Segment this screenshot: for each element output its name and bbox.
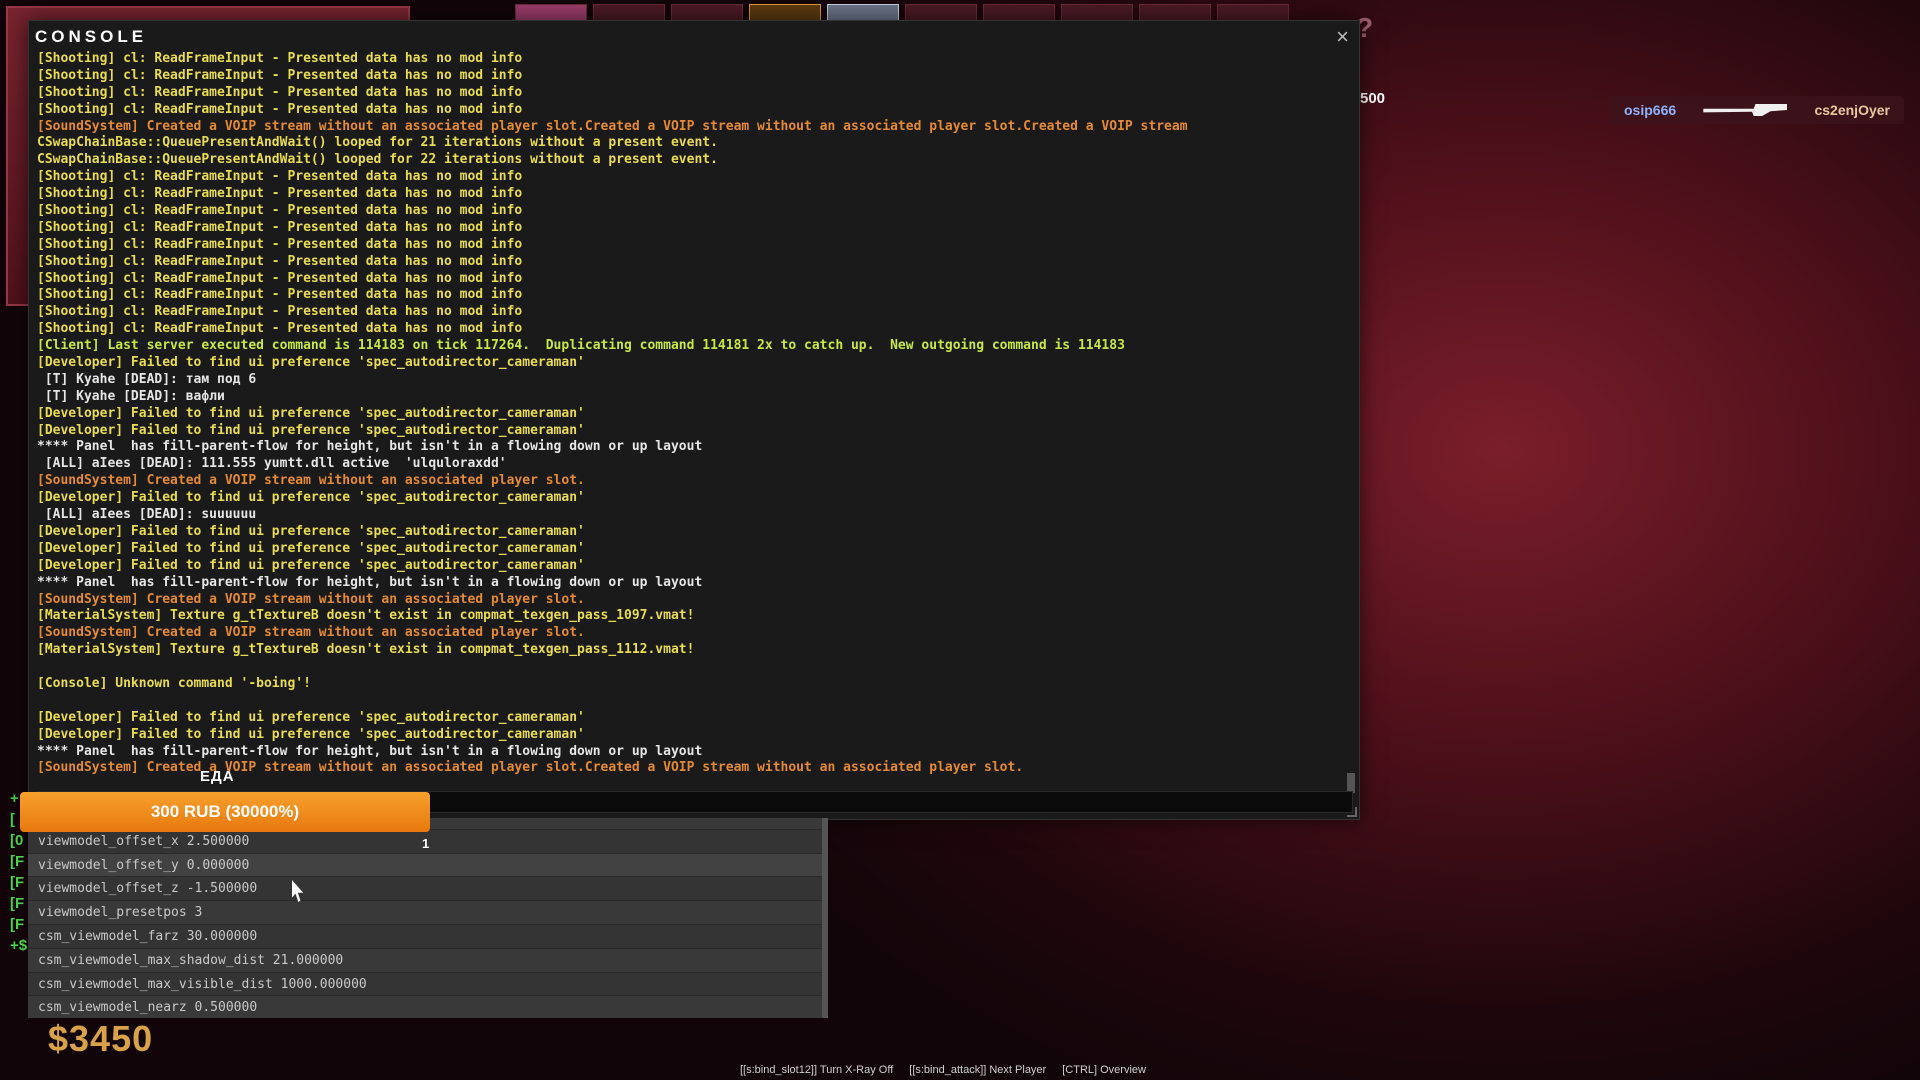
console-log-line: [ALL] aIees [DEAD]: 111.555 yumtt.dll ac… (37, 456, 507, 472)
console-log-line: [SoundSystem] Created a VOIP stream with… (37, 118, 1188, 134)
console-log-line: [Shooting] cl: ReadFrameInput - Presente… (37, 169, 523, 185)
autocomplete-item[interactable]: csm_viewmodel_farz 30.000000 (28, 925, 822, 949)
side-marker: [F (10, 853, 25, 870)
resize-handle[interactable] (1347, 807, 1357, 817)
hint-label: [CTRL] Overview (1062, 1064, 1146, 1076)
close-icon[interactable]: × (1336, 24, 1349, 50)
autocomplete-item[interactable]: viewmodel_presetpos 3 (28, 901, 822, 925)
console-log-line: [Developer] Failed to find ui preference… (37, 490, 585, 506)
console-log-line: [Shooting] cl: ReadFrameInput - Presente… (37, 51, 523, 66)
console-log-line (37, 693, 1357, 710)
hp-value: 500 (1360, 90, 1386, 107)
console-log-line: [Shooting] cl: ReadFrameInput - Presente… (37, 253, 523, 269)
autocomplete-item[interactable]: csm_viewmodel_nearz 0.500000 (28, 996, 822, 1018)
autocomplete-item[interactable]: viewmodel_offset_y 0.000000 (28, 853, 822, 878)
console-log-line: [ALL] aIees [DEAD]: suuuuuu (37, 507, 257, 523)
side-marker: [0 (10, 832, 24, 849)
console-title: CONSOLE (35, 27, 148, 46)
money-display: $3450 (48, 1018, 154, 1059)
console-log-line: [T] Kyahe [DEAD]: вафли (37, 388, 225, 404)
killfeed-victim: cs2enjOyer (1814, 102, 1890, 118)
side-marker: [F (10, 916, 25, 933)
side-marker: [F (10, 895, 25, 912)
autocomplete-item[interactable]: viewmodel_offset_z -1.500000 (28, 877, 822, 902)
console-log-line: [MaterialSystem] Texture g_tTextureB doe… (37, 642, 695, 658)
console-log-line: [Shooting] cl: ReadFrameInput - Presente… (37, 203, 523, 219)
console-log-line: [Console] Unknown command '-boing'! (37, 675, 311, 691)
console-log-line: [MaterialSystem] Texture g_tTextureB doe… (37, 608, 695, 624)
console-log-line: [Shooting] cl: ReadFrameInput - Presente… (37, 219, 523, 235)
console-log-line: [Shooting] cl: ReadFrameInput - Presente… (37, 304, 523, 320)
spectator-hints: [[s:bind_slot12]] Turn X-Ray Off [[s:bind… (740, 1064, 1146, 1076)
side-marker: [F (10, 874, 25, 891)
console-log-line: [Shooting] cl: ReadFrameInput - Presente… (37, 321, 523, 337)
console-log-line: [Developer] Failed to find ui preference… (37, 557, 585, 573)
console-log-line: [Shooting] cl: ReadFrameInput - Presente… (37, 287, 523, 303)
console-log-line: **** Panel has fill-parent-flow for heig… (37, 574, 703, 590)
console-window: CONSOLE × [Shooting] cl: ReadFrameInput … (28, 20, 1360, 820)
console-log-line: CSwapChainBase::QueuePresentAndWait() lo… (37, 135, 718, 151)
console-log-line: CSwapChainBase::QueuePresentAndWait() lo… (37, 152, 718, 168)
console-log-line (37, 659, 1357, 676)
killfeed-killer: osip666 (1624, 102, 1677, 118)
hint-label: [[s:bind_slot12]] Turn X-Ray Off (740, 1064, 894, 1076)
console-log-line: [SoundSystem] Created a VOIP stream with… (37, 625, 585, 641)
donation-amount: 300 RUB (30000%) (20, 792, 430, 832)
console-log-line: [Developer] Failed to find ui preference… (37, 405, 585, 421)
console-log-line: **** Panel has fill-parent-flow for heig… (37, 439, 703, 455)
console-scrollbar[interactable] (1347, 773, 1355, 793)
console-log-line: [SoundSystem] Created a VOIP stream with… (37, 591, 585, 607)
console-log-line: [Shooting] cl: ReadFrameInput - Presente… (37, 270, 523, 286)
console-log-line: [Developer] Failed to find ui preference… (37, 523, 585, 539)
console-log-line: [Developer] Failed to find ui preference… (37, 422, 585, 438)
side-marker: +$ (10, 937, 28, 954)
ak47-icon (1703, 104, 1788, 116)
console-log-line: [Client] Last server executed command is… (37, 338, 1125, 354)
autocomplete-item[interactable]: csm_viewmodel_max_visible_dist 1000.0000… (28, 973, 822, 997)
console-log-line: [Developer] Failed to find ui preference… (37, 355, 585, 371)
ticker-count: 1 (422, 836, 430, 851)
console-log-line: [Shooting] cl: ReadFrameInput - Presente… (37, 67, 523, 83)
console-log-line: [SoundSystem] Created a VOIP stream with… (37, 760, 1024, 776)
killfeed-entry: osip666 cs2enjOyer (1610, 96, 1904, 124)
autocomplete-item[interactable]: csm_viewmodel_max_shadow_dist 21.000000 (28, 948, 822, 973)
console-log-line: [SoundSystem] Created a VOIP stream with… (37, 473, 585, 489)
console-log-line: [Shooting] cl: ReadFrameInput - Presente… (37, 101, 523, 117)
console-log-line: [Shooting] cl: ReadFrameInput - Presente… (37, 186, 523, 202)
console-header[interactable]: CONSOLE × (29, 21, 1359, 53)
console-log-line: [Shooting] cl: ReadFrameInput - Presente… (37, 84, 523, 100)
console-log-line: [Developer] Failed to find ui preference… (37, 709, 585, 725)
donation-title: ЕДА (200, 768, 235, 785)
console-log: [Shooting] cl: ReadFrameInput - Presente… (37, 51, 1357, 801)
console-log-line: [Shooting] cl: ReadFrameInput - Presente… (37, 236, 523, 252)
console-log-line: **** Panel has fill-parent-flow for heig… (37, 743, 703, 759)
console-log-line: [T] Kyahe [DEAD]: там под 6 (37, 371, 257, 387)
console-log-line: [Developer] Failed to find ui preference… (37, 540, 585, 556)
hint-label: [[s:bind_attack]] Next Player (909, 1064, 1047, 1076)
console-log-line: [Developer] Failed to find ui preference… (37, 726, 585, 742)
